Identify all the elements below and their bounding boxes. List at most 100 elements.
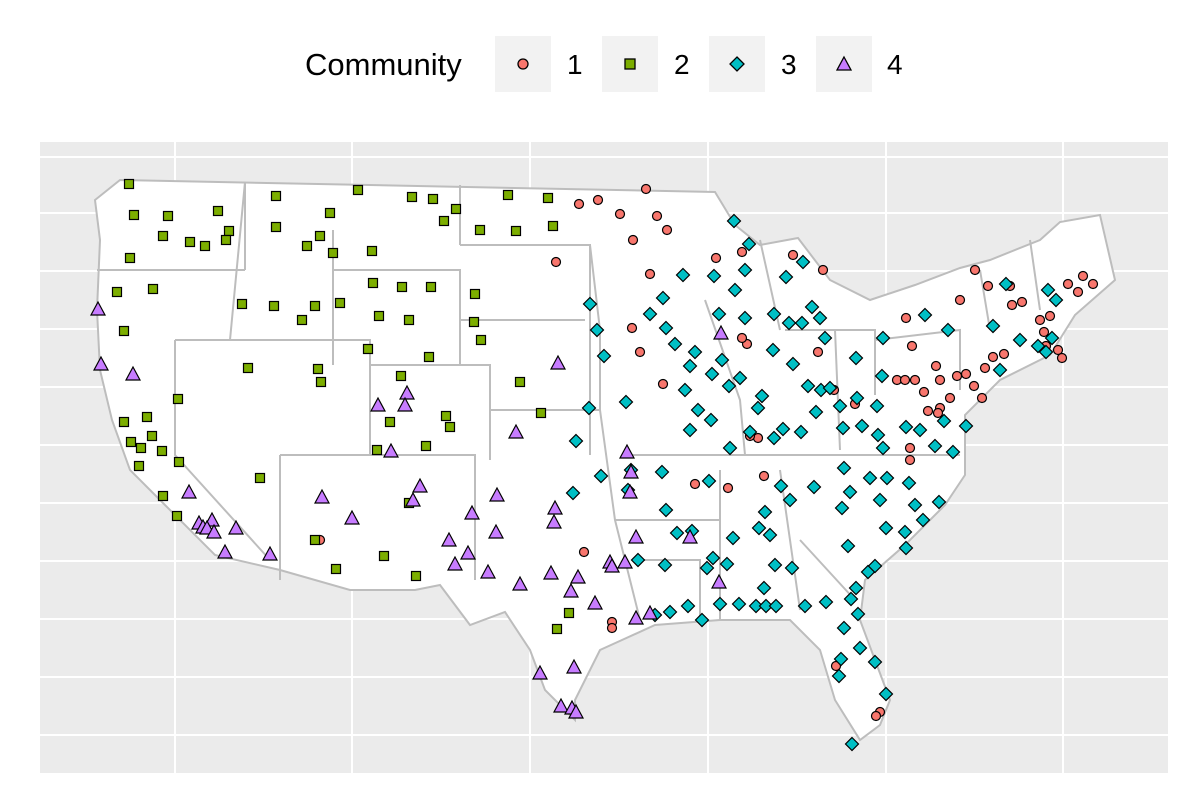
community-2-marker bbox=[425, 281, 437, 293]
community-1-marker bbox=[640, 183, 652, 195]
community-2-marker bbox=[156, 445, 168, 457]
community-2-marker bbox=[236, 298, 248, 310]
community-2-marker bbox=[184, 236, 196, 248]
community-2-marker bbox=[220, 234, 232, 246]
community-2-marker bbox=[474, 224, 486, 236]
community-2-marker bbox=[563, 607, 575, 619]
community-1-marker bbox=[918, 386, 930, 398]
community-1-marker bbox=[689, 478, 701, 490]
community-1-marker bbox=[934, 374, 946, 386]
community-1-marker bbox=[954, 294, 966, 306]
community-2-marker bbox=[542, 192, 554, 204]
community-1-marker bbox=[1006, 299, 1018, 311]
community-2-marker bbox=[111, 286, 123, 298]
community-1-marker bbox=[661, 224, 673, 236]
community-1-marker bbox=[626, 322, 638, 334]
community-1-marker bbox=[982, 280, 994, 292]
community-2-marker bbox=[469, 288, 481, 300]
community-2-marker bbox=[212, 205, 224, 217]
community-2-marker bbox=[296, 314, 308, 326]
community-2-marker bbox=[450, 203, 462, 215]
community-1-marker bbox=[904, 454, 916, 466]
community-1-marker bbox=[904, 442, 916, 454]
community-1-marker bbox=[550, 256, 562, 268]
community-2-marker bbox=[254, 472, 266, 484]
community-2-marker bbox=[309, 534, 321, 546]
community-1-marker bbox=[930, 360, 942, 372]
community-1-marker bbox=[976, 392, 988, 404]
community-2-marker bbox=[118, 416, 130, 428]
community-2-marker bbox=[366, 245, 378, 257]
community-2-marker bbox=[468, 316, 480, 328]
community-2-marker bbox=[403, 314, 415, 326]
community-2-marker bbox=[396, 281, 408, 293]
community-2-marker bbox=[510, 225, 522, 237]
community-2-marker bbox=[514, 376, 526, 388]
community-1-marker bbox=[1087, 278, 1099, 290]
community-1-marker bbox=[900, 312, 912, 324]
community-2-marker bbox=[242, 362, 254, 374]
community-2-marker bbox=[410, 570, 422, 582]
community-2-marker bbox=[162, 210, 174, 222]
community-2-marker bbox=[367, 277, 379, 289]
community-1-marker bbox=[1016, 296, 1028, 308]
community-2-marker bbox=[125, 436, 137, 448]
community-1-marker bbox=[722, 482, 734, 494]
community-2-marker bbox=[141, 411, 153, 423]
community-1-marker bbox=[899, 374, 911, 386]
community-2-marker bbox=[352, 184, 364, 196]
community-2-marker bbox=[135, 442, 147, 454]
community-1-marker bbox=[1072, 286, 1084, 298]
community-2-marker bbox=[420, 440, 432, 452]
community-2-marker bbox=[309, 300, 321, 312]
community-1-marker bbox=[644, 268, 656, 280]
community-1-marker bbox=[817, 264, 829, 276]
community-1-marker bbox=[998, 348, 1010, 360]
community-2-marker bbox=[157, 230, 169, 242]
community-1-marker bbox=[710, 252, 722, 264]
community-1-marker bbox=[1077, 270, 1089, 282]
community-1-marker bbox=[758, 470, 770, 482]
community-2-marker bbox=[327, 247, 339, 259]
community-1-marker bbox=[606, 622, 618, 634]
community-2-marker bbox=[270, 221, 282, 233]
community-1-marker bbox=[634, 346, 646, 358]
community-1-marker bbox=[578, 546, 590, 558]
community-1-marker bbox=[951, 370, 963, 382]
community-2-marker bbox=[133, 460, 145, 472]
community-1-marker bbox=[968, 380, 980, 392]
community-2-marker bbox=[373, 310, 385, 322]
community-2-marker bbox=[301, 240, 313, 252]
community-2-marker bbox=[172, 393, 184, 405]
community-1-marker bbox=[906, 340, 918, 352]
community-1-marker bbox=[651, 210, 663, 222]
community-2-marker bbox=[475, 334, 487, 346]
community-2-marker bbox=[157, 490, 169, 502]
community-2-marker bbox=[324, 207, 336, 219]
community-2-marker bbox=[312, 363, 324, 375]
community-2-marker bbox=[547, 220, 559, 232]
community-1-marker bbox=[1034, 314, 1046, 326]
community-2-marker bbox=[334, 297, 346, 309]
community-1-marker bbox=[1062, 278, 1074, 290]
community-1-marker bbox=[979, 362, 991, 374]
community-2-marker bbox=[128, 209, 140, 221]
community-1-marker bbox=[1044, 310, 1056, 322]
community-2-marker bbox=[270, 190, 282, 202]
community-2-marker bbox=[395, 370, 407, 382]
community-2-marker bbox=[315, 376, 327, 388]
community-2-marker bbox=[123, 178, 135, 190]
community-2-marker bbox=[502, 189, 514, 201]
community-2-marker bbox=[199, 240, 211, 252]
community-1-marker bbox=[787, 249, 799, 261]
community-1-marker bbox=[573, 198, 585, 210]
community-2-marker bbox=[438, 215, 450, 227]
community-1-marker bbox=[870, 710, 882, 722]
community-1-marker bbox=[736, 332, 748, 344]
community-1-marker bbox=[960, 368, 972, 380]
community-2-marker bbox=[118, 325, 130, 337]
map-panel bbox=[40, 142, 1168, 773]
community-1-marker bbox=[969, 264, 981, 276]
community-2-marker bbox=[384, 416, 396, 428]
community-1-marker bbox=[592, 194, 604, 206]
